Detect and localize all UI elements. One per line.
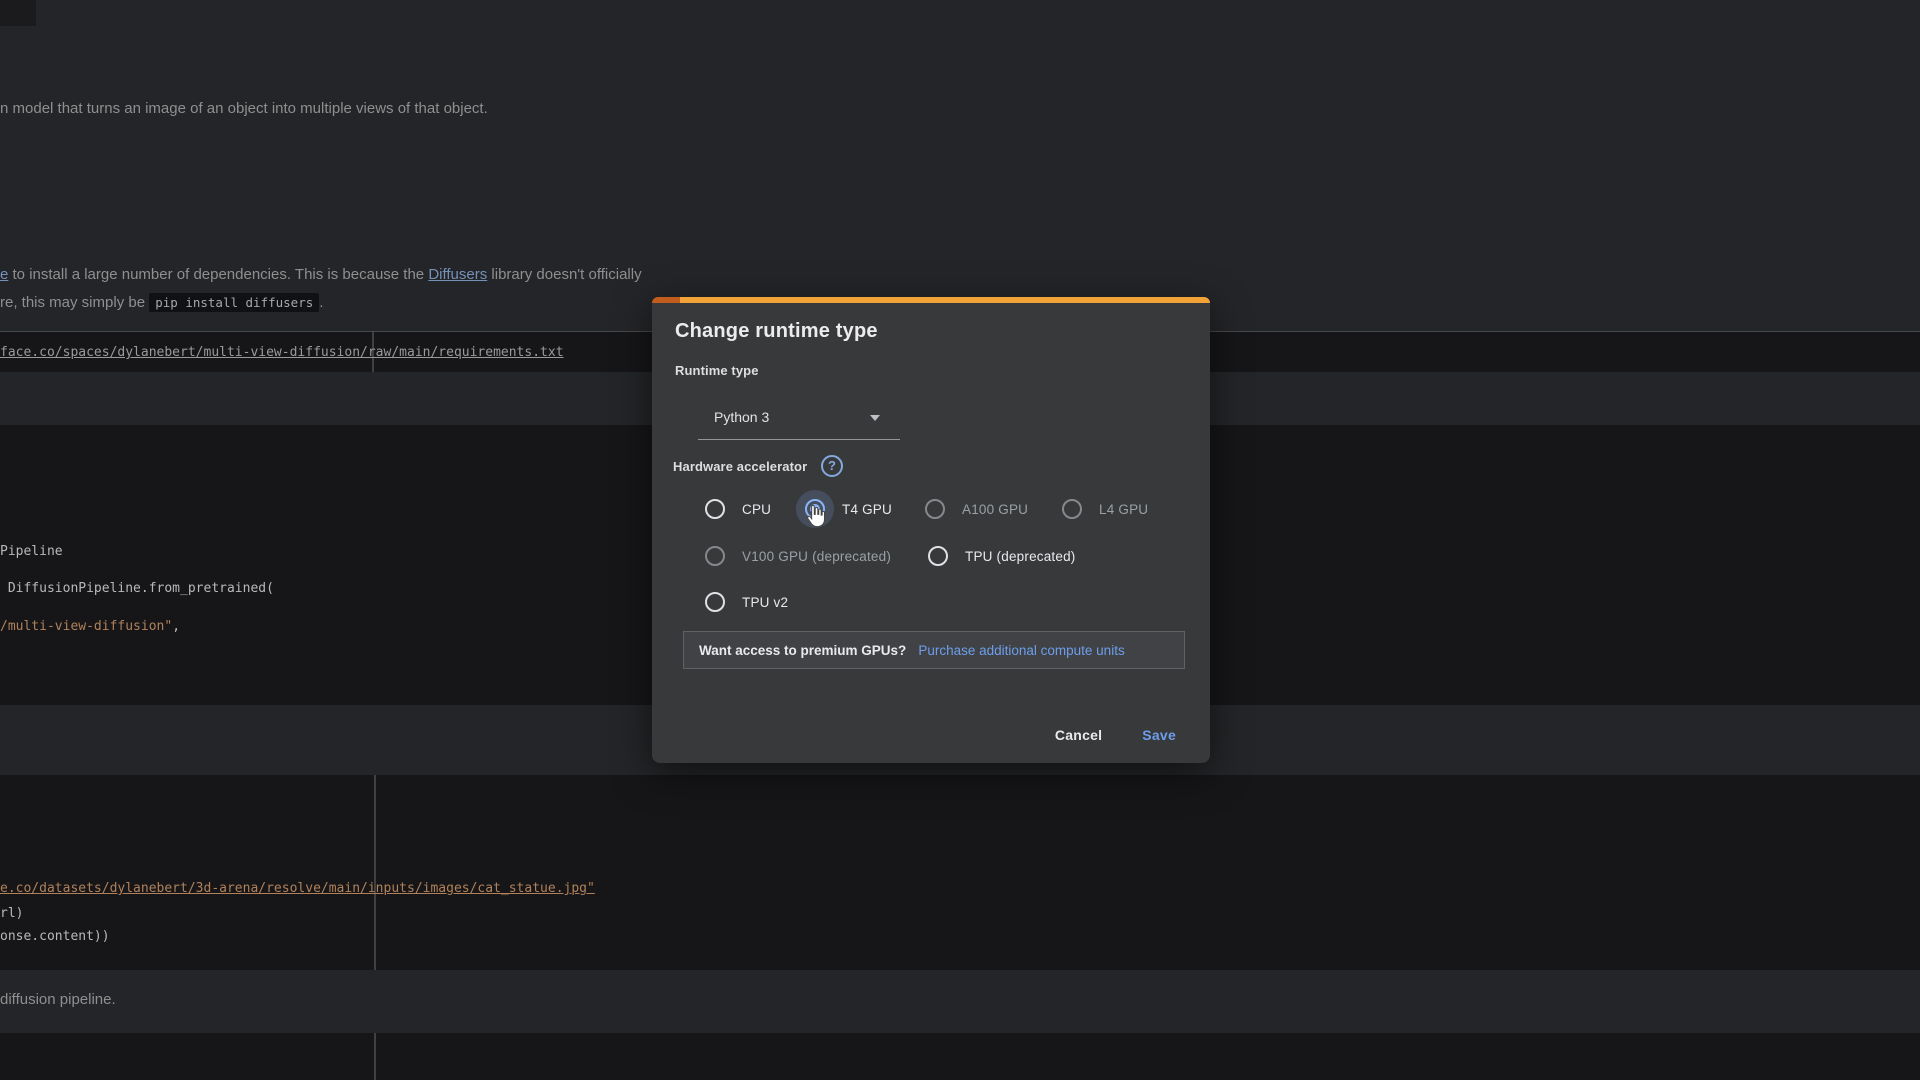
code-cell-bottom bbox=[0, 1033, 1920, 1080]
radio-icon[interactable] bbox=[928, 546, 948, 566]
cell-divider bbox=[374, 1033, 376, 1080]
hardware-accelerator-label: Hardware accelerator bbox=[673, 459, 807, 474]
radio-option-cpu[interactable]: CPU bbox=[705, 499, 771, 519]
dialog-accent-bar bbox=[652, 297, 1210, 303]
deps-text-pre: to install a large number of dependencie… bbox=[8, 266, 428, 283]
help-icon[interactable]: ? bbox=[821, 455, 843, 477]
code-line-image-url: e.co/datasets/dylanebert/3d-arena/resolv… bbox=[0, 881, 595, 896]
premium-gpu-banner: Want access to premium GPUs? Purchase ad… bbox=[683, 631, 1185, 669]
notebook-caption: diffusion pipeline. bbox=[0, 991, 116, 1008]
notebook-paragraph-top: n model that turns an image of an object… bbox=[0, 100, 488, 117]
code-line-pipeline: Pipeline bbox=[0, 544, 63, 559]
diffusers-link[interactable]: Diffusers bbox=[428, 266, 487, 283]
runtime-type-value: Python 3 bbox=[714, 395, 769, 440]
cell-divider bbox=[374, 775, 376, 970]
pip-text-pre: re, this may simply be bbox=[0, 294, 149, 311]
deps-text-post: library doesn't officially bbox=[487, 266, 641, 283]
notebook-paragraph-deps: e to install a large number of dependenc… bbox=[0, 266, 642, 283]
code-line-from-pretrained: DiffusionPipeline.from_pretrained( bbox=[0, 581, 274, 596]
radio-icon-selected[interactable] bbox=[805, 499, 825, 519]
radio-icon[interactable] bbox=[1062, 499, 1082, 519]
notebook-paragraph-pip: re, this may simply be pip install diffu… bbox=[0, 294, 323, 311]
dialog-title: Change runtime type bbox=[675, 320, 878, 343]
radio-icon[interactable] bbox=[705, 592, 725, 612]
runtime-type-label: Runtime type bbox=[675, 363, 759, 378]
radio-icon[interactable] bbox=[925, 499, 945, 519]
code-line-url-close: rl) bbox=[0, 906, 23, 921]
radio-option-a100-gpu[interactable]: A100 GPU bbox=[925, 499, 1028, 519]
corner-fragment bbox=[0, 0, 36, 26]
radio-option-v100-gpu[interactable]: V100 GPU (deprecated) bbox=[705, 546, 891, 566]
radio-icon[interactable] bbox=[705, 499, 725, 519]
change-runtime-type-dialog: Change runtime type Runtime type Python … bbox=[652, 297, 1210, 763]
requirements-url-link[interactable]: face.co/spaces/dylanebert/multi-view-dif… bbox=[0, 345, 564, 360]
radio-option-tpu[interactable]: TPU (deprecated) bbox=[928, 546, 1076, 566]
premium-banner-text: Want access to premium GPUs? bbox=[699, 643, 906, 658]
chevron-down-icon bbox=[870, 415, 880, 421]
code-cell-image: e.co/datasets/dylanebert/3d-arena/resolv… bbox=[0, 775, 1920, 970]
save-button[interactable]: Save bbox=[1130, 721, 1188, 749]
radio-option-l4-gpu[interactable]: L4 GPU bbox=[1062, 499, 1148, 519]
code-line-response-content: onse.content)) bbox=[0, 929, 110, 944]
radio-option-tpu-v2[interactable]: TPU v2 bbox=[705, 592, 788, 612]
code-line-model-string: /multi-view-diffusion", bbox=[0, 619, 180, 634]
cancel-button[interactable]: Cancel bbox=[1043, 721, 1114, 749]
pip-install-code-chip: pip install diffusers bbox=[149, 293, 319, 312]
pip-text-post: . bbox=[319, 294, 323, 311]
purchase-compute-units-link[interactable]: Purchase additional compute units bbox=[918, 643, 1124, 658]
dialog-actions: Cancel Save bbox=[1043, 721, 1188, 749]
runtime-type-select[interactable]: Python 3 bbox=[698, 395, 900, 440]
radio-option-t4-gpu[interactable]: T4 GPU bbox=[805, 499, 892, 519]
radio-icon[interactable] bbox=[705, 546, 725, 566]
